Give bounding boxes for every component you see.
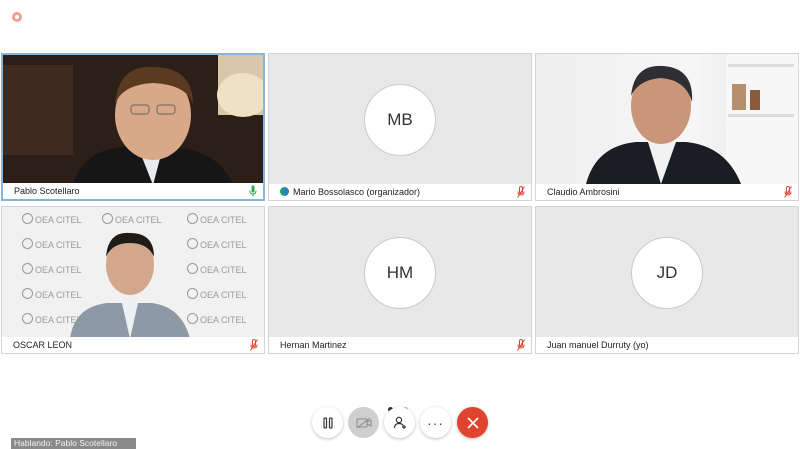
participant-tile-hernan[interactable]: HM Hernan Martinez — [268, 206, 532, 354]
mic-muted-icon — [517, 186, 525, 198]
participant-video — [536, 54, 798, 184]
avatar: HM — [364, 237, 436, 309]
participant-tile-oscar[interactable]: OEA CITEL OEA CITEL OEA CITEL OEA CITEL … — [1, 206, 265, 354]
more-options-button[interactable]: ··· — [420, 407, 451, 438]
participant-tile-claudio[interactable]: Claudio Ambrosini — [535, 53, 799, 201]
pause-icon — [322, 416, 333, 429]
pause-button[interactable] — [312, 407, 343, 438]
participant-grid: Pablo Scotellaro MB Mario Bossolasco (or… — [0, 53, 800, 357]
avatar: JD — [631, 237, 703, 309]
participant-name: Pablo Scotellaro — [14, 186, 80, 196]
participant-namebar: OSCAR LEON — [2, 337, 264, 353]
participant-namebar: Hernan Martinez — [269, 337, 531, 353]
participant-namebar: Mario Bossolasco (organizador) — [269, 184, 531, 200]
mic-muted-icon — [784, 186, 792, 198]
add-person-icon — [393, 416, 406, 429]
recording-indicator-icon — [12, 12, 22, 22]
mic-active-icon — [249, 185, 257, 197]
hangup-button[interactable] — [457, 407, 488, 438]
participant-namebar: Pablo Scotellaro — [3, 183, 263, 199]
participant-tile-self[interactable]: JD Juan manuel Durruty (yo) — [535, 206, 799, 354]
close-icon — [466, 416, 479, 429]
participant-tile-mario[interactable]: MB Mario Bossolasco (organizador) — [268, 53, 532, 201]
participant-name: Juan manuel Durruty (yo) — [547, 340, 649, 350]
participant-name: Mario Bossolasco (organizador) — [293, 187, 421, 197]
participant-video: OEA CITEL OEA CITEL OEA CITEL OEA CITEL … — [2, 207, 264, 339]
more-icon: ··· — [427, 414, 444, 431]
mic-muted-icon — [250, 339, 258, 351]
camera-off-icon — [356, 417, 371, 428]
participants-button[interactable] — [384, 407, 415, 438]
camera-toggle-button[interactable] — [348, 407, 379, 438]
organizer-icon — [280, 187, 289, 196]
participant-name: OSCAR LEON — [13, 340, 73, 350]
active-speaker-status: Hablando: Pablo Scotellaro — [11, 438, 136, 449]
participant-name: Claudio Ambrosini — [547, 187, 620, 197]
participant-namebar: Juan manuel Durruty (yo) — [536, 337, 798, 353]
participant-video — [3, 55, 263, 185]
avatar: MB — [364, 84, 436, 156]
mic-muted-icon — [517, 339, 525, 351]
participant-name: Hernan Martinez — [280, 340, 347, 350]
participant-tile-pablo[interactable]: Pablo Scotellaro — [1, 53, 265, 201]
participant-namebar: Claudio Ambrosini — [536, 184, 798, 200]
